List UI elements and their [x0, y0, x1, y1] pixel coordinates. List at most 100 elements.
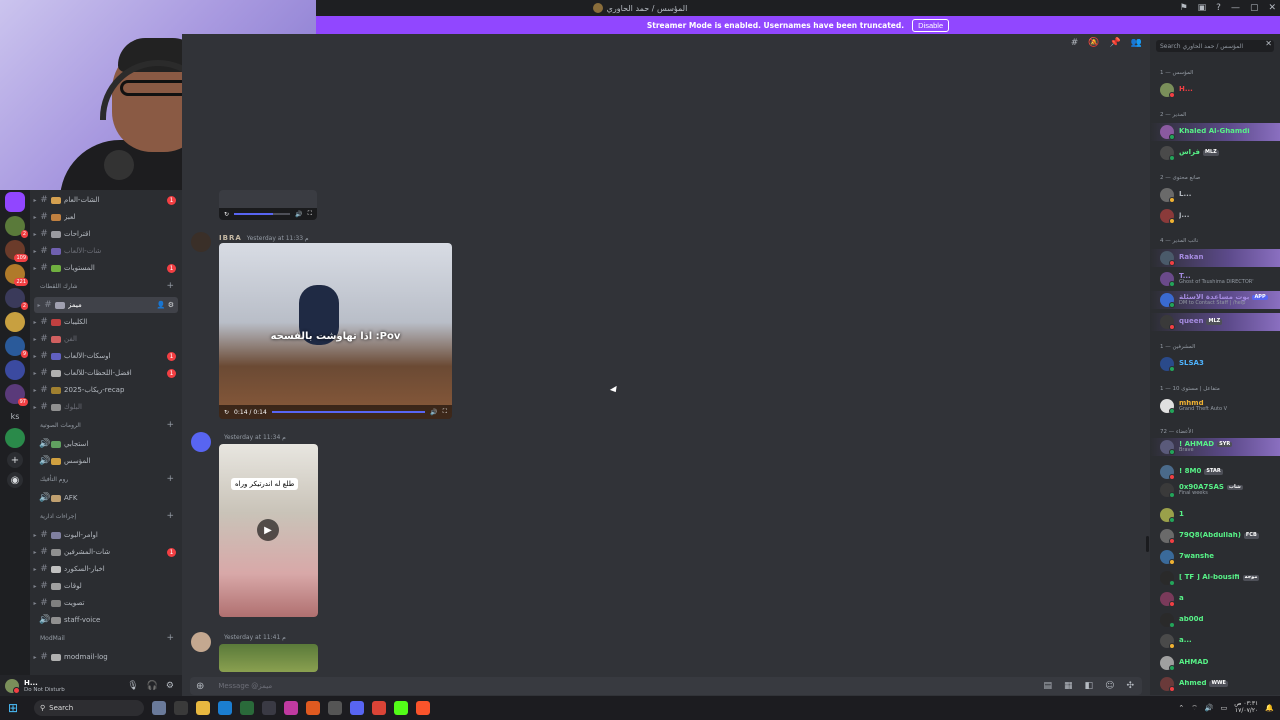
message-composer[interactable]: ⊕ Message @ميمز ▤ ▦ ◧ ☺ ✣ [190, 677, 1142, 695]
channel-item[interactable]: 🔊 AFK [30, 490, 182, 506]
member-item[interactable]: Khaled Al-Ghamdi [1150, 123, 1280, 141]
member-item[interactable]: queen MLZ [1150, 313, 1280, 331]
chevron-right-icon[interactable]: ▸ [31, 404, 39, 411]
screen-icon[interactable]: ▣ [1198, 3, 1207, 13]
settings-gear-icon[interactable]: ⚙ [166, 681, 174, 691]
image-attachment-partial[interactable] [219, 644, 318, 672]
chevron-right-icon[interactable]: ▸ [31, 353, 39, 360]
user-info[interactable]: H... Do Not Disturb [24, 679, 65, 693]
channel-item[interactable]: ▸ # اوامر-البوت [30, 527, 182, 543]
replay-icon[interactable]: ↻ [224, 409, 229, 416]
firefox-icon[interactable] [306, 701, 320, 715]
chevron-right-icon[interactable]: ▸ [31, 370, 39, 377]
create-channel-icon[interactable]: + [166, 633, 174, 643]
taskbar-app-icon[interactable] [152, 701, 166, 715]
add-attachment-icon[interactable]: ⊕ [196, 681, 204, 692]
minimize-icon[interactable]: — [1231, 3, 1240, 13]
member-item[interactable]: [ TF ] Al-bousifi موجه [1150, 569, 1280, 587]
member-item[interactable]: a [1150, 590, 1280, 608]
explore-servers-icon[interactable]: ◉ [7, 472, 23, 488]
server-item[interactable]: 97 [5, 384, 28, 406]
create-channel-icon[interactable]: + [166, 281, 174, 291]
chevron-right-icon[interactable]: ▸ [31, 214, 39, 221]
chevron-right-icon[interactable]: ▸ [31, 566, 39, 573]
channel-settings-icon[interactable]: 👤 ⚙ [157, 301, 174, 309]
gif-icon[interactable]: ▦ [1064, 681, 1073, 691]
task-view-icon[interactable] [174, 701, 188, 715]
channel-item[interactable]: ▸ # البلوك [30, 399, 182, 415]
channel-item[interactable]: ▸ # لوقات [30, 578, 182, 594]
server-item[interactable] [5, 428, 25, 448]
video-progress[interactable] [271, 411, 426, 413]
avatar[interactable] [191, 232, 211, 252]
avatar[interactable] [5, 678, 20, 694]
message-author[interactable]: IBRA [219, 234, 242, 242]
channel-category[interactable]: ModMail + [30, 631, 182, 645]
replay-icon[interactable]: ↻ [224, 211, 229, 218]
member-item[interactable]: بوت مساعدة الأسئلة APP DM to Contact Staff… [1150, 291, 1280, 309]
video-attachment[interactable]: اذا تهاوشت بالفسحه :Pov ↻ 0:14 / 0:14 🔊 … [219, 243, 452, 419]
member-item[interactable]: L... [1150, 186, 1280, 204]
fullscreen-icon[interactable]: ⛶ [443, 408, 447, 416]
server-item[interactable]: 221 [5, 264, 28, 286]
volume-icon[interactable]: 🔊 [295, 211, 302, 218]
member-item[interactable]: SLSA3 [1150, 355, 1280, 373]
message-input[interactable]: Message @ميمز [218, 682, 272, 690]
discord-default-avatar[interactable] [191, 432, 211, 452]
channel-item[interactable]: ▸ # لعبز [30, 209, 182, 225]
server-item[interactable]: 2 [5, 288, 28, 310]
battery-icon[interactable]: ▭ [1221, 704, 1228, 712]
chevron-right-icon[interactable]: ▸ [31, 583, 39, 590]
channel-item[interactable]: ▸ # تصويت [30, 595, 182, 611]
member-item[interactable]: a... [1150, 632, 1280, 650]
emoji-icon[interactable]: ☺ [1105, 681, 1114, 691]
video-attachment-partial[interactable]: ↻ 🔊 ⛶ [219, 190, 317, 220]
video-attachment[interactable]: طلع له اندرتيكر وراه ▶ [219, 444, 318, 617]
brave-icon[interactable] [416, 701, 430, 715]
channel-item[interactable]: 🔊 staff-voice [30, 612, 182, 628]
channel-category[interactable]: إجراءات ادارية + [30, 509, 182, 523]
tray-overflow-icon[interactable]: ⌃ [1178, 704, 1184, 712]
chevron-right-icon[interactable]: ▸ [31, 248, 39, 255]
apps-icon[interactable]: ✣ [1126, 681, 1134, 691]
play-icon[interactable]: ▶ [257, 519, 279, 541]
close-icon[interactable]: ✕ [1268, 3, 1276, 13]
member-item[interactable]: Rakan [1150, 249, 1280, 267]
member-item[interactable]: AHMAD [1150, 654, 1280, 672]
volume-icon[interactable]: 🔊 [1205, 704, 1214, 712]
chevron-right-icon[interactable]: ▸ [31, 387, 39, 394]
server-item[interactable] [5, 360, 25, 380]
microphone-toggle-icon[interactable]: 🎙 [127, 681, 138, 691]
channel-item[interactable]: ▸ #2025-ريكاب-recap [30, 382, 182, 398]
search-close-icon[interactable]: ✕ [1265, 39, 1272, 48]
server-item[interactable]: 9 [5, 336, 28, 358]
taskbar-clock[interactable]: ٠٣:٣١ ص ١٧/٠٧/٢٠ [1234, 701, 1258, 714]
chevron-right-icon[interactable]: ▸ [31, 532, 39, 539]
server-twitch[interactable] [5, 192, 25, 212]
edge-icon[interactable] [218, 701, 232, 715]
pinned-icon[interactable]: 📌 [1110, 38, 1121, 48]
member-item[interactable]: 0x90A7SAS شاب Final weeks [1150, 481, 1280, 499]
discord-icon[interactable] [350, 701, 364, 715]
network-icon[interactable]: ⌔ [1191, 704, 1198, 713]
channel-item[interactable]: ▸ # شات-الألعاب [30, 243, 182, 259]
gift-icon[interactable]: ▤ [1044, 681, 1053, 691]
channel-item[interactable]: ▸ # اقتراحات [30, 226, 182, 242]
member-item[interactable]: ! 8M0 STAR [1150, 463, 1280, 481]
threads-icon[interactable]: # [1071, 38, 1079, 48]
chevron-right-icon[interactable]: ▸ [31, 231, 39, 238]
channel-item[interactable]: ▸ # شات-المشرفين 1 [30, 544, 182, 560]
search-input[interactable]: Search المؤسس / حمد الحاوري [1156, 40, 1274, 52]
member-item[interactable]: 79Q8(Abdullah) FCB [1150, 527, 1280, 545]
github-icon[interactable] [328, 701, 342, 715]
member-item[interactable]: Ahmed WWE [1150, 675, 1280, 693]
member-item[interactable]: 1 [1150, 506, 1280, 524]
member-item[interactable]: 7wanshe [1150, 548, 1280, 566]
chevron-right-icon[interactable]: ▸ [35, 302, 43, 309]
channel-item[interactable]: ▸ # الكليبات [30, 314, 182, 330]
camera-icon[interactable] [262, 701, 276, 715]
server-item[interactable]: 2 [5, 216, 28, 238]
mute-bell-icon[interactable]: 🔕 [1088, 38, 1099, 48]
channel-item[interactable]: ▸ # ميمز 👤 ⚙ [34, 297, 178, 313]
member-item[interactable]: mhmd Grand Theft Auto V [1150, 397, 1280, 415]
